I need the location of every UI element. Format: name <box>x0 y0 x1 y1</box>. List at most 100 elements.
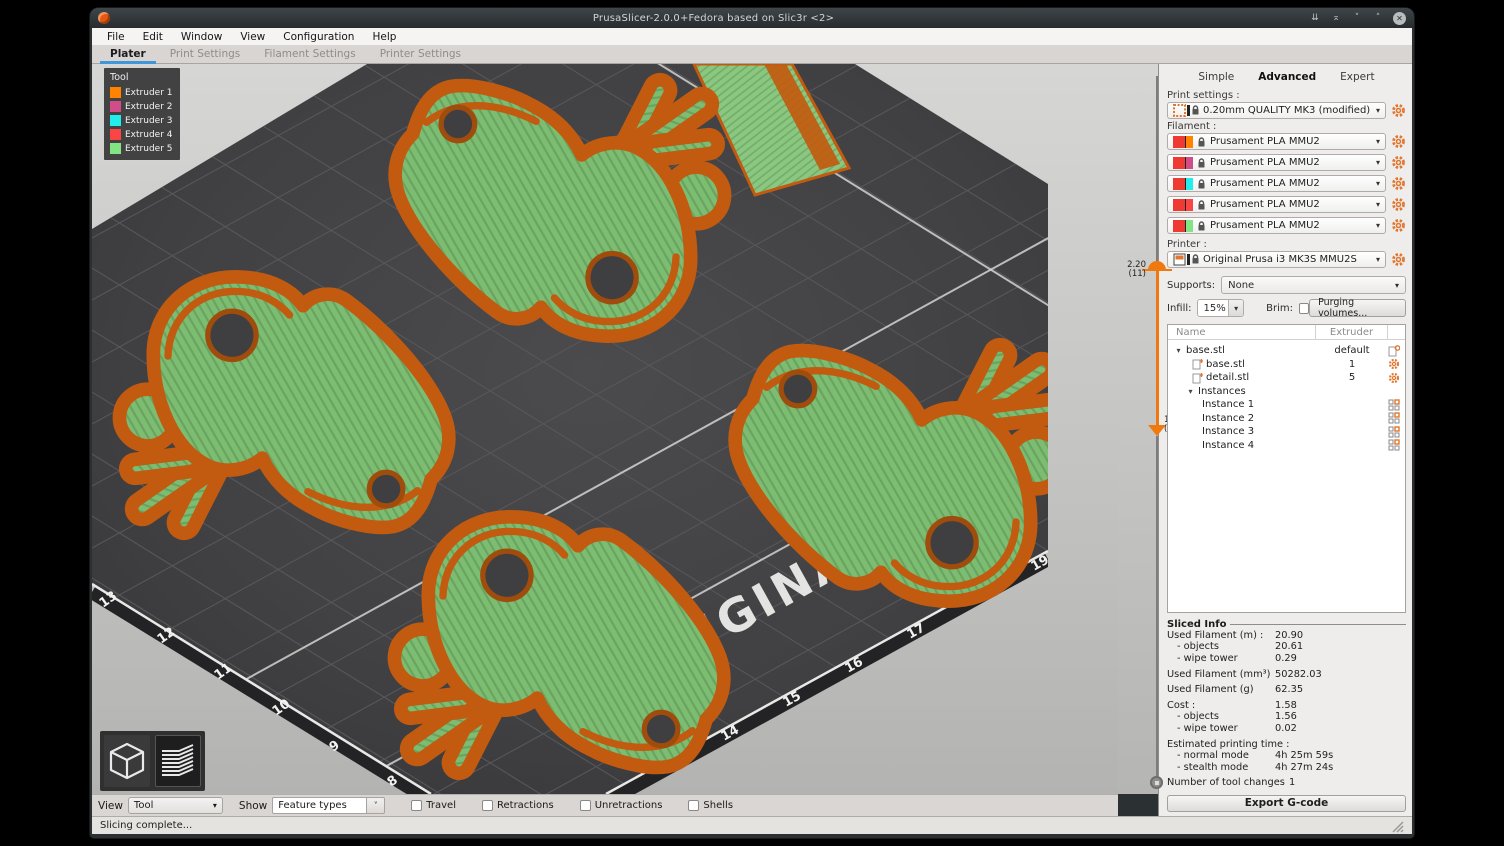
object-list-header: Name Extruder <box>1168 325 1405 340</box>
filament-3-color-swatch <box>1173 178 1185 190</box>
part-row-detail[interactable]: detail.stl 5 <box>1168 371 1405 385</box>
printer-select[interactable]: Original Prusa i3 MK3S MMU2S ▾ <box>1167 251 1386 268</box>
shells-checkbox[interactable] <box>688 800 699 811</box>
brim-checkbox[interactable] <box>1299 303 1309 314</box>
tool-legend-title: Tool <box>110 72 174 83</box>
printer-profile-icon <box>1173 253 1199 266</box>
minimize-icon[interactable]: ˅ <box>1351 13 1363 23</box>
print-settings-gear-icon[interactable] <box>1391 103 1406 118</box>
menu-view[interactable]: View <box>231 28 274 45</box>
supports-select[interactable]: None ▾ <box>1221 276 1406 294</box>
filament-label: Filament : <box>1167 121 1406 132</box>
view-select[interactable]: Tool ▾ <box>128 797 223 814</box>
tabbar: Plater Print Settings Filament Settings … <box>92 45 1412 64</box>
filament-select-1[interactable]: Prusament PLA MMU2 ▾ <box>1167 133 1386 150</box>
filament-select-4[interactable]: Prusament PLA MMU2 ▾ <box>1167 196 1386 213</box>
extruder-2-color-swatch <box>1185 157 1193 169</box>
layer-slider-range[interactable] <box>1156 270 1159 425</box>
unretractions-checkbox[interactable] <box>580 800 591 811</box>
filament-select-5[interactable]: Prusament PLA MMU2 ▾ <box>1167 217 1386 234</box>
show-label: Show <box>239 800 267 812</box>
layer-slider-strip: 2.20 (11) 1.60 (8) <box>1118 64 1158 794</box>
retractions-checkbox[interactable] <box>482 800 493 811</box>
column-name: Name <box>1168 325 1316 339</box>
menu-help[interactable]: Help <box>363 28 405 45</box>
filament-2-gear-icon[interactable] <box>1391 155 1406 170</box>
lock-icon <box>1197 178 1206 189</box>
show-select-button[interactable]: ˅ <box>367 797 385 814</box>
resize-grip[interactable] <box>1390 819 1404 833</box>
collapse-expander-icon[interactable]: ▾ <box>1186 387 1195 396</box>
instance-row-3[interactable]: Instance 3 <box>1168 425 1405 439</box>
filament-select-2[interactable]: Prusament PLA MMU2 ▾ <box>1167 154 1386 171</box>
mode-expert[interactable]: Expert <box>1340 71 1374 83</box>
tab-print-settings[interactable]: Print Settings <box>158 46 253 63</box>
infill-dropdown-button[interactable]: ▾ <box>1228 300 1243 316</box>
travel-checkbox-row: Travel <box>411 800 456 811</box>
show-select[interactable]: Feature types <box>272 797 367 814</box>
lock-icon <box>1197 220 1206 231</box>
menu-edit[interactable]: Edit <box>134 28 172 45</box>
travel-checkbox[interactable] <box>411 800 422 811</box>
object-row-base[interactable]: ▾ base.stl default <box>1168 344 1405 358</box>
instance-icon <box>1388 399 1400 411</box>
print-profile-icon <box>1173 104 1199 117</box>
printer-gear-icon[interactable] <box>1391 252 1406 267</box>
bed-3d-scene[interactable]: ORIGINAL PRUSA 13 12 11 10 9 8 19 <box>92 64 1048 794</box>
extruder-5-color-swatch <box>1185 220 1193 232</box>
layer-slider-track[interactable] <box>1156 76 1158 262</box>
part-settings-gear-icon[interactable] <box>1388 358 1400 370</box>
extruder-3-color-swatch <box>110 115 121 126</box>
infill-select[interactable]: 15% ▾ <box>1197 299 1245 317</box>
close-icon[interactable]: ✕ <box>1393 12 1406 25</box>
print-settings-select[interactable]: 0.20mm QUALITY MK3 (modified) ▾ <box>1167 102 1386 119</box>
tab-plater[interactable]: Plater <box>98 46 158 63</box>
filament-1-gear-icon[interactable] <box>1391 134 1406 149</box>
legend-item-extruder-2: Extruder 2 <box>110 101 174 112</box>
3d-viewport[interactable]: ORIGINAL PRUSA 13 12 11 10 9 8 19 <box>92 64 1118 794</box>
menu-window[interactable]: Window <box>172 28 231 45</box>
infill-label: Infill: <box>1167 303 1192 314</box>
lock-icon <box>1197 157 1206 168</box>
filament-5-gear-icon[interactable] <box>1391 218 1406 233</box>
status-text: Slicing complete... <box>100 820 192 831</box>
tab-filament-settings[interactable]: Filament Settings <box>252 46 367 63</box>
part-row-base[interactable]: base.stl 1 <box>1168 358 1405 372</box>
print-settings-label: Print settings : <box>1167 90 1406 101</box>
instance-row-1[interactable]: Instance 1 <box>1168 398 1405 412</box>
extruder-4-color-swatch <box>110 129 121 140</box>
roll-down-icon[interactable]: ⇊ <box>1309 13 1321 23</box>
preview-layers-view-button[interactable] <box>155 735 201 787</box>
mode-advanced[interactable]: Advanced <box>1258 71 1316 83</box>
instances-group-row[interactable]: ▾ Instances <box>1168 385 1405 399</box>
mode-simple[interactable]: Simple <box>1198 71 1234 83</box>
filament-select-3[interactable]: Prusament PLA MMU2 ▾ <box>1167 175 1386 192</box>
tab-printer-settings[interactable]: Printer Settings <box>368 46 473 63</box>
purging-volumes-button[interactable]: Purging volumes... <box>1309 299 1406 317</box>
part-settings-gear-icon[interactable] <box>1388 372 1400 384</box>
menu-configuration[interactable]: Configuration <box>274 28 363 45</box>
maximize-icon[interactable]: ˄ <box>1372 13 1384 23</box>
view-mode-toggle <box>100 731 205 791</box>
cube-icon <box>107 740 147 782</box>
window-controls: ⇊ ⌅ ˅ ˄ ✕ <box>1309 12 1406 25</box>
titlebar[interactable]: PrusaSlicer-2.0.0+Fedora based on Slic3r… <box>90 8 1414 28</box>
retractions-checkbox-row: Retractions <box>482 800 554 811</box>
export-gcode-button[interactable]: Export G-code <box>1167 795 1406 812</box>
filament-4-gear-icon[interactable] <box>1391 197 1406 212</box>
instance-row-2[interactable]: Instance 2 <box>1168 412 1405 426</box>
slider-lock-button[interactable] <box>1150 776 1163 789</box>
menu-file[interactable]: File <box>98 28 134 45</box>
3d-editor-view-button[interactable] <box>104 735 150 787</box>
instance-row-4[interactable]: Instance 4 <box>1168 439 1405 453</box>
filament-3-gear-icon[interactable] <box>1391 176 1406 191</box>
chevron-down-icon: ▾ <box>1376 200 1380 209</box>
layers-icon <box>158 740 198 782</box>
printer-label: Printer : <box>1167 239 1406 250</box>
upper-layer-label: 2.20 (11) <box>1118 261 1146 279</box>
object-settings-icon[interactable] <box>1388 345 1400 357</box>
shade-icon[interactable]: ⌅ <box>1330 13 1342 23</box>
collapse-expander-icon[interactable]: ▾ <box>1174 346 1183 355</box>
chevron-down-icon: ▾ <box>1376 221 1380 230</box>
layer-slider-track[interactable] <box>1156 436 1158 776</box>
